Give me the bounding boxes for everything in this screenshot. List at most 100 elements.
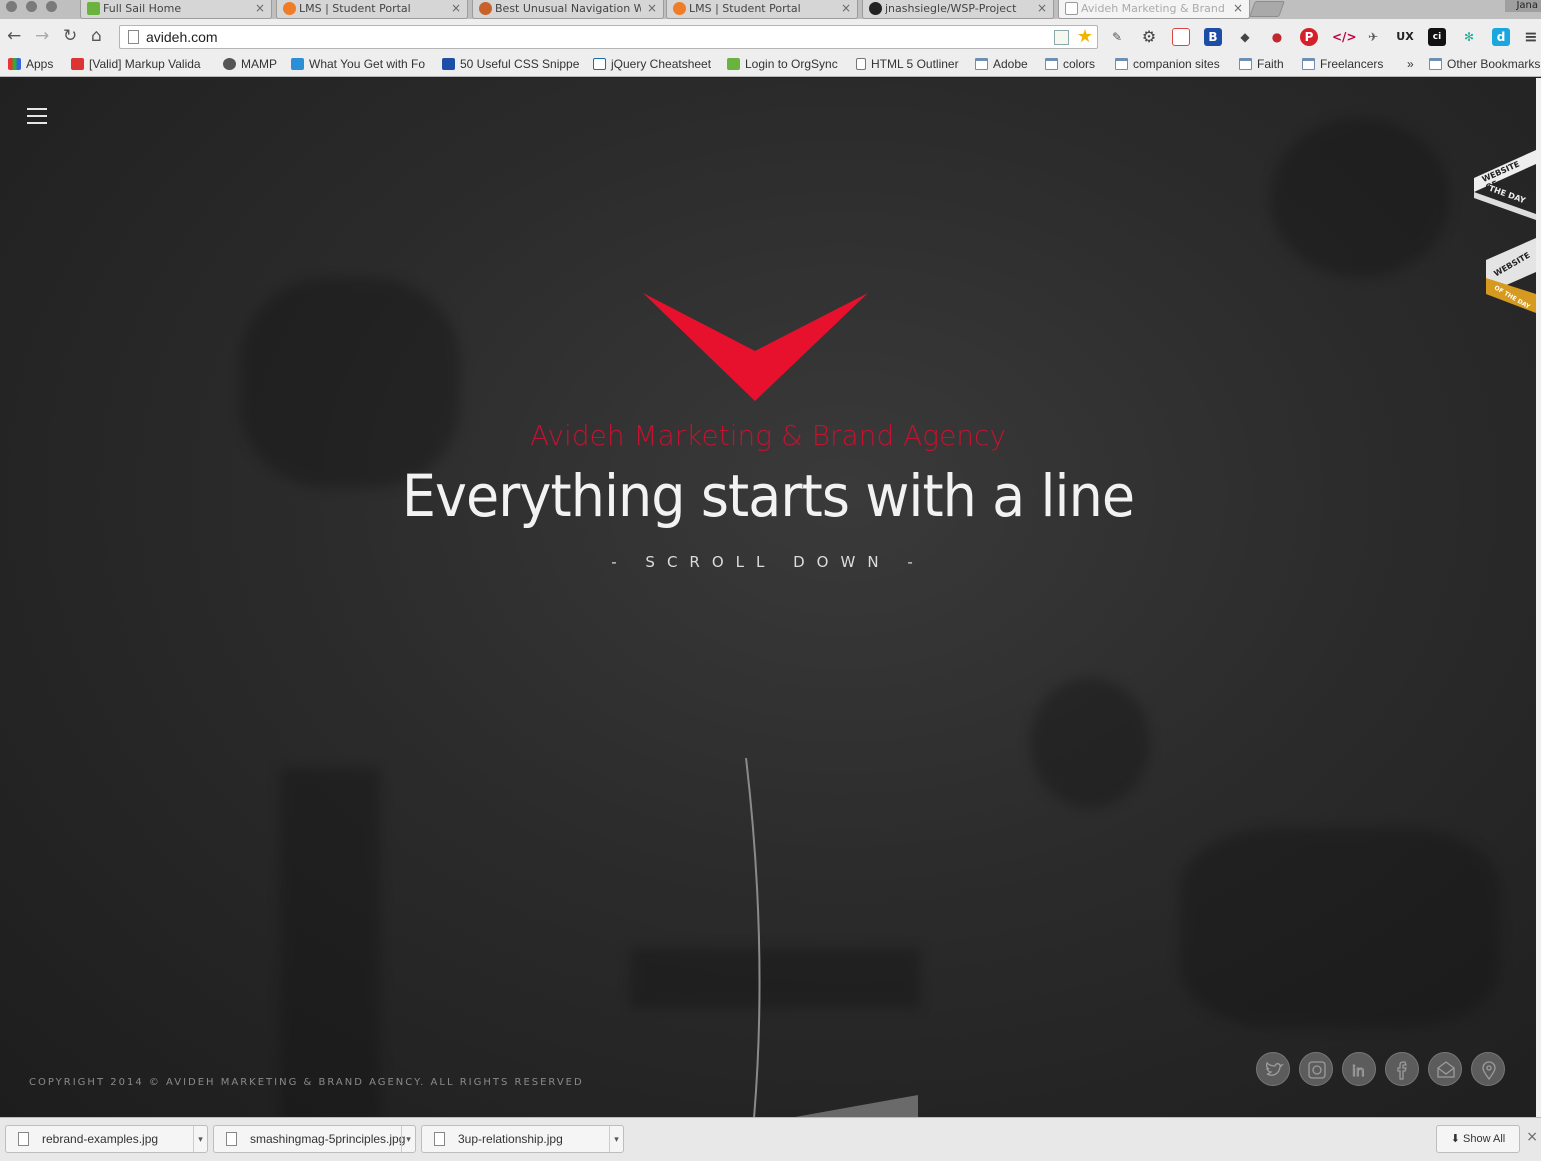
download-shelf: rebrand-examples.jpg ▾ smashingmag-5prin… xyxy=(0,1117,1541,1161)
bookmark-mamp[interactable]: MAMP xyxy=(223,57,277,71)
bookmark-what-you-get[interactable]: What You Get with Fo xyxy=(291,57,425,71)
download-arrow-icon: ⬇ xyxy=(1450,1133,1464,1145)
chevron-down-icon[interactable]: ▾ xyxy=(609,1126,623,1152)
satellite-icon[interactable]: ✈ xyxy=(1364,28,1382,46)
profile-button[interactable]: Jana xyxy=(1505,0,1541,12)
tab-github-wsp-project[interactable]: jnashsiegle/WSP-Project × xyxy=(862,0,1054,19)
address-bar[interactable]: avideh.com ★ xyxy=(119,25,1098,49)
close-icon[interactable]: × xyxy=(1526,1129,1538,1145)
download-item[interactable]: 3up-relationship.jpg ▾ xyxy=(421,1125,624,1153)
close-tab-icon[interactable]: × xyxy=(647,0,657,17)
decorative-wedge xyxy=(795,1095,918,1117)
close-tab-icon[interactable]: × xyxy=(841,0,851,17)
maximize-window-icon[interactable] xyxy=(46,1,57,12)
hamburger-menu-button[interactable] xyxy=(27,108,47,124)
background-photo-shape xyxy=(1030,678,1150,808)
pocket-icon[interactable]: ● xyxy=(1268,28,1286,46)
back-arrow-icon[interactable]: ← xyxy=(7,26,21,46)
bookmarks-overflow-button[interactable]: » xyxy=(1407,57,1414,71)
agency-tagline: Avideh Marketing & Brand Agency xyxy=(529,419,1007,452)
background-photo-shape xyxy=(240,278,460,488)
url-text[interactable]: avideh.com xyxy=(146,29,218,45)
close-tab-icon[interactable]: × xyxy=(1233,0,1243,17)
d-extension-icon[interactable]: d xyxy=(1492,28,1510,46)
bookmark-css-snippets[interactable]: 50 Useful CSS Snippe xyxy=(442,57,579,71)
email-icon[interactable] xyxy=(1428,1052,1462,1086)
h-icon xyxy=(442,58,455,70)
background-photo-shape xyxy=(280,768,380,1117)
w3c-icon xyxy=(71,58,84,70)
ux-icon[interactable]: UX xyxy=(1396,28,1414,46)
download-item[interactable]: smashingmag-5principles.jpg ▾ xyxy=(213,1125,416,1153)
page-icon xyxy=(856,58,866,70)
svg-text:in: in xyxy=(1352,1064,1365,1080)
apps-grid-icon xyxy=(8,58,21,70)
close-window-icon[interactable] xyxy=(6,1,17,12)
bookmark-markup-validator[interactable]: [Valid] Markup Valida xyxy=(71,57,201,71)
facebook-icon[interactable] xyxy=(1385,1052,1419,1086)
eyedropper-icon[interactable]: ✎ xyxy=(1108,28,1126,46)
bookmark-folder-faith[interactable]: Faith xyxy=(1239,57,1284,71)
twitter-icon[interactable] xyxy=(1256,1052,1290,1086)
github-favicon-icon xyxy=(869,2,882,15)
evernote-icon[interactable]: ◆ xyxy=(1236,28,1254,46)
show-all-downloads-button[interactable]: ⬇ Show All xyxy=(1436,1125,1520,1153)
tab-lms-student-portal-2[interactable]: LMS | Student Portal × xyxy=(666,0,858,19)
page-scrollbar[interactable] xyxy=(1536,78,1541,1117)
close-tab-icon[interactable]: × xyxy=(255,0,265,17)
pinterest-icon[interactable]: P xyxy=(1300,28,1318,46)
website-of-the-day-badge[interactable]: WEBSITE OF THE DAY xyxy=(1486,238,1536,313)
scroll-down-hint[interactable]: - SCROLL DOWN - xyxy=(0,553,1536,571)
hero-headline: Everything starts with a line xyxy=(401,462,1135,530)
fullsail-favicon-icon xyxy=(87,2,100,15)
website-of-the-day-ribbon[interactable]: WEBSITE OF THE DAY xyxy=(1474,150,1536,220)
mamp-icon xyxy=(223,58,236,70)
home-icon[interactable]: ⌂ xyxy=(91,26,102,46)
new-tab-button[interactable] xyxy=(1249,1,1285,17)
bookmark-apps[interactable]: Apps xyxy=(8,57,53,71)
bookmark-jquery-cheatsheet[interactable]: jQuery Cheatsheet xyxy=(593,57,711,71)
rss-icon[interactable] xyxy=(1054,30,1069,45)
gear-icon[interactable]: ⚙ xyxy=(1140,28,1158,46)
chevron-down-icon[interactable]: ▾ xyxy=(401,1126,415,1152)
bookmarks-bar: Apps [Valid] Markup Valida MAMP What You… xyxy=(0,53,1541,77)
close-tab-icon[interactable]: × xyxy=(1037,0,1047,17)
tab-full-sail-home[interactable]: Full Sail Home × xyxy=(80,0,272,19)
b-extension-icon[interactable]: B xyxy=(1204,28,1222,46)
bookmark-star-icon[interactable]: ★ xyxy=(1077,26,1093,48)
linkedin-icon[interactable]: in xyxy=(1342,1052,1376,1086)
tab-best-unusual-navigation[interactable]: Best Unusual Navigation We × xyxy=(472,0,664,19)
site-favicon-icon xyxy=(479,2,492,15)
decorative-curve-line xyxy=(745,758,761,1117)
bookmark-folder-colors[interactable]: colors xyxy=(1045,57,1095,71)
bookmark-orgsync[interactable]: Login to OrgSync xyxy=(727,57,838,71)
tab-lms-student-portal[interactable]: LMS | Student Portal × xyxy=(276,0,468,19)
folder-icon xyxy=(1115,58,1128,70)
location-icon[interactable] xyxy=(1471,1052,1505,1086)
bookmark-folder-freelancers[interactable]: Freelancers xyxy=(1302,57,1383,71)
calendar-icon[interactable] xyxy=(1172,28,1190,46)
badge-shape-icon xyxy=(1486,238,1536,313)
molecule-icon[interactable]: ✻ xyxy=(1460,28,1478,46)
instagram-icon[interactable] xyxy=(1299,1052,1333,1086)
reload-icon[interactable]: ↻ xyxy=(63,26,77,46)
other-bookmarks[interactable]: Other Bookmarks xyxy=(1429,57,1540,71)
tab-avideh-active[interactable]: Avideh Marketing & Brand × xyxy=(1058,0,1250,19)
minimize-window-icon[interactable] xyxy=(26,1,37,12)
background-photo-shape xyxy=(1270,118,1450,278)
forward-arrow-icon[interactable]: → xyxy=(35,26,49,46)
chevron-down-icon[interactable]: ▾ xyxy=(193,1126,207,1152)
lms-favicon-icon xyxy=(673,2,686,15)
bookmark-html5-outliner[interactable]: HTML 5 Outliner xyxy=(856,57,959,71)
file-icon xyxy=(226,1132,237,1146)
menu-icon[interactable]: ≡ xyxy=(1522,28,1540,46)
copyright-text: COPYRIGHT 2014 © AVIDEH MARKETING & BRAN… xyxy=(29,1077,584,1088)
bookmark-folder-companion-sites[interactable]: companion sites xyxy=(1115,57,1220,71)
page-favicon-icon xyxy=(1065,2,1078,15)
bookmark-folder-adobe[interactable]: Adobe xyxy=(975,57,1028,71)
close-tab-icon[interactable]: × xyxy=(451,0,461,17)
code-icon[interactable]: </> xyxy=(1332,28,1357,46)
ci-icon[interactable]: ci xyxy=(1428,28,1446,46)
tab-strip: Full Sail Home × LMS | Student Portal × … xyxy=(0,0,1541,19)
download-item[interactable]: rebrand-examples.jpg ▾ xyxy=(5,1125,208,1153)
